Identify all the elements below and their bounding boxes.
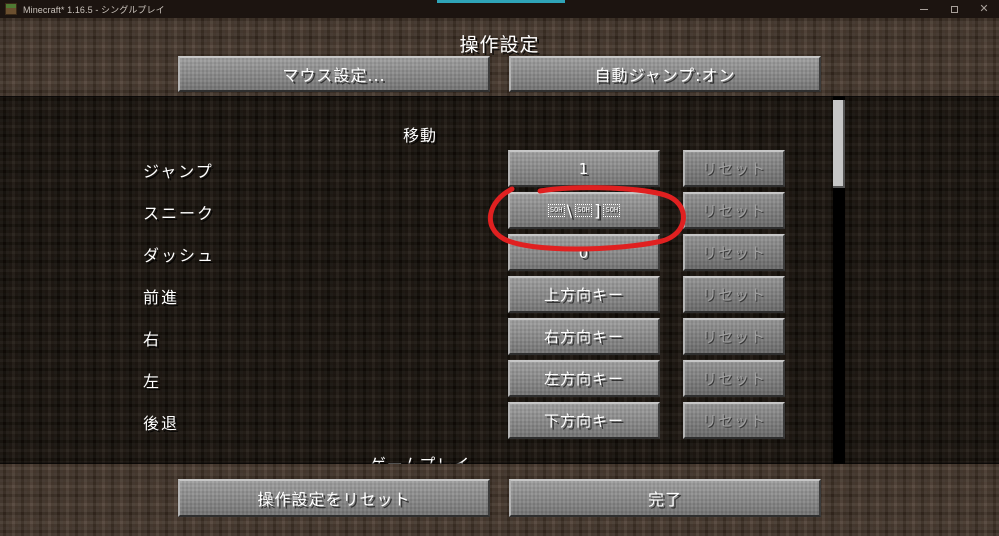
keybind-row: ジャンプ 1 リセット bbox=[0, 148, 840, 190]
literal-char: \ bbox=[566, 200, 574, 220]
keybind-key-button[interactable]: 0 bbox=[508, 234, 660, 271]
control-char-box-icon: SOH bbox=[603, 204, 621, 217]
control-char-box-icon: SOH bbox=[547, 204, 565, 217]
keybind-row: ダッシュ 0 リセット bbox=[0, 232, 840, 274]
footer-background bbox=[0, 464, 999, 536]
keybind-row: 右 右方向キー リセット bbox=[0, 316, 840, 358]
keybind-key-button[interactable]: 下方向キー bbox=[508, 402, 660, 439]
keybind-key-button[interactable]: 上方向キー bbox=[508, 276, 660, 313]
list-bottom-divider bbox=[0, 462, 999, 464]
minecraft-controls-screen: Minecraft* 1.16.5 - シングルプレイ ✕ 操作設定 マウス設定… bbox=[0, 0, 999, 536]
section-header-movement: 移動 bbox=[402, 126, 437, 145]
keybind-action-label: 左 bbox=[143, 372, 162, 391]
keybind-reset-button[interactable]: リセット bbox=[683, 150, 785, 187]
keybind-reset-button[interactable]: リセット bbox=[683, 192, 785, 229]
window-controls: ✕ bbox=[909, 0, 999, 18]
keybind-reset-button[interactable]: リセット bbox=[683, 234, 785, 271]
keybind-reset-button[interactable]: リセット bbox=[683, 402, 785, 439]
auto-jump-toggle-button[interactable]: 自動ジャンプ:オン bbox=[509, 56, 821, 92]
window-title: Minecraft* 1.16.5 - シングルプレイ bbox=[23, 4, 165, 15]
reset-controls-button[interactable]: 操作設定をリセット bbox=[178, 479, 490, 517]
keybind-reset-button[interactable]: リセット bbox=[683, 276, 785, 313]
minimize-icon bbox=[920, 8, 928, 10]
keybind-key-button[interactable]: 左方向キー bbox=[508, 360, 660, 397]
control-character-sequence: SOH \ SOH] SOH bbox=[547, 200, 621, 220]
maximize-button[interactable] bbox=[939, 0, 969, 18]
keybind-action-label: 前進 bbox=[143, 288, 180, 307]
keybind-row: 後退 下方向キー リセット bbox=[0, 400, 840, 442]
keybind-reset-button[interactable]: リセット bbox=[683, 318, 785, 355]
page-title: 操作設定 bbox=[459, 34, 540, 56]
keybind-row: 前進 上方向キー リセット bbox=[0, 274, 840, 316]
scrollbar-thumb[interactable] bbox=[833, 100, 845, 188]
keybind-key-button[interactable]: 1 bbox=[508, 150, 660, 187]
keybind-action-label: ジャンプ bbox=[143, 162, 214, 181]
keybind-row: スニーク SOH \ SOH] SOH リセット bbox=[0, 190, 840, 232]
keybind-key-button[interactable]: 右方向キー bbox=[508, 318, 660, 355]
keybind-key-button[interactable]: SOH \ SOH] SOH bbox=[508, 192, 660, 229]
maximize-icon bbox=[950, 5, 958, 13]
keybind-action-label: 右 bbox=[143, 330, 162, 349]
list-top-divider bbox=[0, 96, 999, 98]
keybind-reset-button[interactable]: リセット bbox=[683, 360, 785, 397]
mouse-settings-button[interactable]: マウス設定... bbox=[178, 56, 490, 92]
close-button[interactable]: ✕ bbox=[969, 0, 999, 18]
minimize-button[interactable] bbox=[909, 0, 939, 18]
controls-list-region: 移動 ゲームプレイ ジャンプ1リセットスニークSOH\SOH]SOHリセットダッ… bbox=[0, 96, 999, 464]
minecraft-grass-block-icon bbox=[5, 3, 17, 15]
keybind-action-label: スニーク bbox=[143, 204, 216, 223]
close-icon: ✕ bbox=[979, 2, 989, 15]
top-progress-sliver bbox=[437, 0, 565, 3]
keybind-action-label: 後退 bbox=[143, 414, 180, 433]
done-button[interactable]: 完了 bbox=[509, 479, 821, 517]
control-char-box-icon: SOH bbox=[575, 204, 593, 217]
keybind-row: 左 左方向キー リセット bbox=[0, 358, 840, 400]
literal-char: ] bbox=[594, 200, 602, 220]
keybind-action-label: ダッシュ bbox=[143, 246, 216, 265]
